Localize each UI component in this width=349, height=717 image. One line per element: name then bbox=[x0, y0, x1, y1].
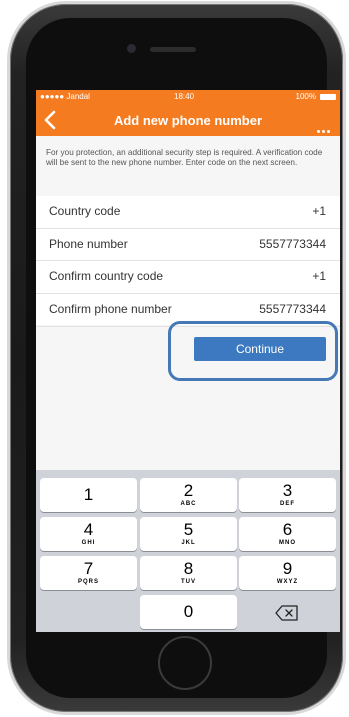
battery-percentage: 100% bbox=[295, 92, 316, 101]
confirm-country-code-label: Confirm country code bbox=[49, 269, 164, 283]
key-letters: PQRS bbox=[77, 579, 99, 585]
security-notice: For you protection, an additional securi… bbox=[46, 148, 323, 167]
front-camera bbox=[127, 44, 136, 53]
confirm-country-code-row[interactable]: Confirm country code +1 bbox=[36, 261, 340, 294]
key-digit: 7 bbox=[83, 559, 94, 578]
key-digit: 6 bbox=[282, 520, 293, 539]
key-digit: 9 bbox=[282, 559, 293, 578]
phone-number-label: Phone number bbox=[49, 236, 128, 251]
key-letters: GHI bbox=[81, 540, 96, 546]
navigation-bar: Add new phone number bbox=[36, 104, 340, 136]
delete-key[interactable] bbox=[239, 595, 336, 629]
key-letters: JKL bbox=[181, 540, 196, 546]
key-4[interactable]: 4 GHI bbox=[40, 517, 137, 551]
key-letters: TUV bbox=[181, 579, 196, 585]
key-1[interactable]: 1 bbox=[40, 478, 137, 512]
key-9[interactable]: 9 WXYZ bbox=[239, 556, 336, 590]
key-3[interactable]: 3 DEF bbox=[239, 478, 336, 512]
confirm-phone-number-label: Confirm phone number bbox=[49, 301, 172, 316]
more-menu-button[interactable] bbox=[315, 120, 330, 138]
key-digit: 2 bbox=[183, 481, 194, 500]
status-bar: ●●●●● Jandal 18:40 100% bbox=[36, 90, 340, 104]
numeric-keypad: 1 2 ABC 3 DEF 4 GHI 5 JKL 6 MNO 7 PQRS 8… bbox=[36, 470, 340, 632]
carrier-label: ●●●●● Jandal bbox=[40, 92, 90, 101]
key-letters: DEF bbox=[280, 501, 295, 507]
key-digit: 3 bbox=[282, 481, 293, 500]
page-title: Add new phone number bbox=[113, 113, 263, 128]
status-time: 18:40 bbox=[174, 92, 195, 101]
more-dots-icon bbox=[317, 130, 320, 133]
key-letters: WXYZ bbox=[276, 579, 299, 585]
battery-icon bbox=[320, 94, 336, 100]
key-2[interactable]: 2 ABC bbox=[140, 478, 237, 512]
country-code-field[interactable]: +1 bbox=[312, 204, 326, 218]
phone-number-field[interactable]: 5557773344 bbox=[259, 237, 326, 251]
key-digit: 1 bbox=[83, 485, 94, 504]
home-button[interactable] bbox=[158, 636, 212, 690]
confirm-country-code-field[interactable]: +1 bbox=[312, 269, 326, 283]
key-letters: ABC bbox=[180, 501, 197, 507]
backspace-icon bbox=[275, 605, 298, 621]
key-6[interactable]: 6 MNO bbox=[239, 517, 336, 551]
confirm-phone-number-field[interactable]: 5557773344 bbox=[259, 302, 326, 316]
phone-number-row[interactable]: Phone number 5557773344 bbox=[36, 229, 340, 261]
key-5[interactable]: 5 JKL bbox=[140, 517, 237, 551]
key-7[interactable]: 7 PQRS bbox=[40, 556, 137, 590]
key-0[interactable]: 0 bbox=[140, 595, 237, 629]
key-digit: 4 bbox=[83, 520, 94, 539]
country-code-row[interactable]: Country code +1 bbox=[36, 196, 340, 229]
key-digit: 0 bbox=[183, 602, 194, 621]
phone-form: Country code +1 Phone number 5557773344 … bbox=[36, 196, 340, 325]
key-8[interactable]: 8 TUV bbox=[140, 556, 237, 590]
country-code-label: Country code bbox=[49, 204, 121, 218]
chevron-left-icon bbox=[44, 110, 56, 130]
continue-highlight-frame bbox=[168, 321, 338, 381]
earpiece-speaker bbox=[150, 47, 196, 52]
key-letters: MNO bbox=[279, 540, 296, 546]
back-button[interactable] bbox=[42, 109, 60, 131]
key-digit: 8 bbox=[183, 559, 194, 578]
key-digit: 5 bbox=[183, 520, 194, 539]
